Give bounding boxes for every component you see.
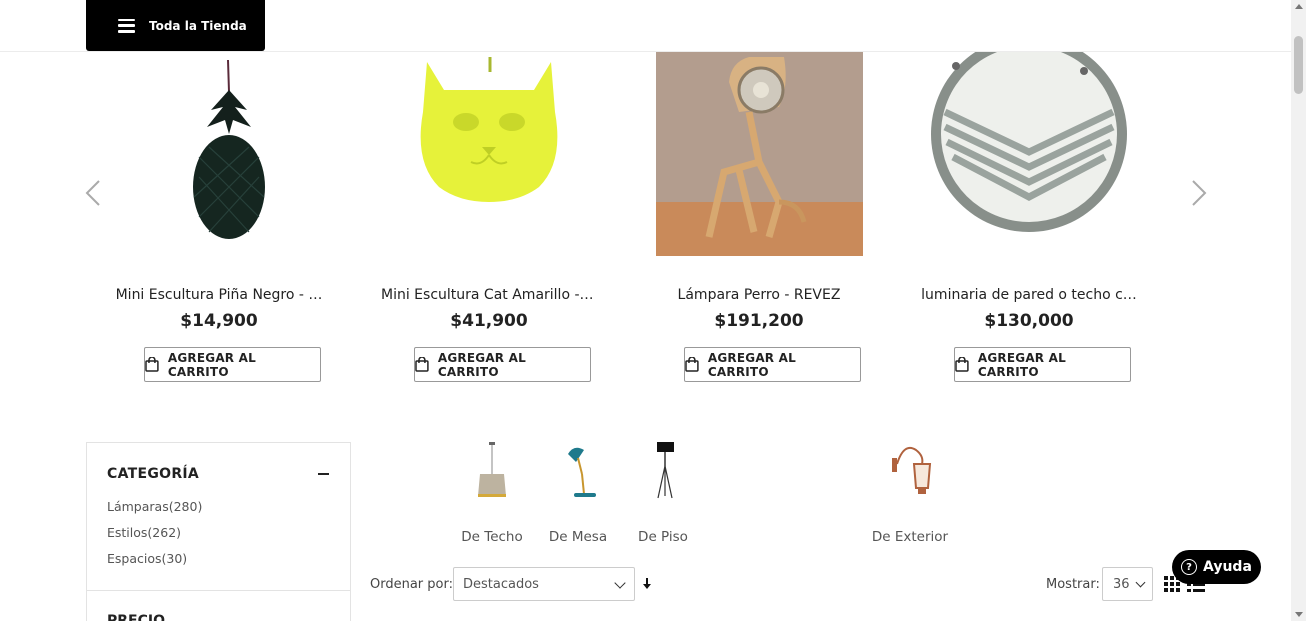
category-nav-label: De Techo <box>461 529 523 545</box>
product-price: $191,200 <box>714 311 804 331</box>
floor-lamp-icon <box>657 442 674 499</box>
product-image-dog-lamp[interactable] <box>639 52 879 257</box>
add-to-cart-label: AGREGAR AL CARRITO <box>167 350 256 379</box>
category-title: CATEGORÍA <box>107 466 200 482</box>
category-link-espacios[interactable]: Espacios(30) <box>107 551 187 566</box>
pendant-lamp-icon <box>478 442 506 497</box>
product-image-wall-luminaire[interactable] <box>909 52 1149 257</box>
category-nav-label: De Piso <box>638 529 688 545</box>
shopping-bag-icon <box>685 357 699 372</box>
shopping-bag-icon <box>415 357 429 372</box>
product-card: Mini Escultura Cat Amarillo - … $41,900 … <box>369 52 609 392</box>
carousel-next-button[interactable] <box>1188 178 1208 208</box>
product-price: $41,900 <box>450 311 528 331</box>
product-name[interactable]: Mini Escultura Cat Amarillo - … <box>369 287 609 303</box>
product-price: $14,900 <box>180 311 258 331</box>
chevron-down-icon <box>1135 577 1146 588</box>
add-to-cart-button[interactable]: AGREGAR AL CARRITO <box>414 347 591 382</box>
add-to-cart-label: AGREGAR AL CARRITO <box>977 350 1066 379</box>
shopping-bag-icon <box>145 357 159 372</box>
product-name[interactable]: luminaria de pared o techo c… <box>909 287 1149 303</box>
product-image-pineapple-sculpture[interactable] <box>99 52 339 257</box>
product-card: Lámpara Perro - REVEZ $191,200 AGREGAR A… <box>639 52 879 392</box>
top-header-bar: Toda la Tienda <box>0 0 1291 52</box>
product-name[interactable]: Mini Escultura Piña Negro - … <box>99 287 339 303</box>
hamburger-menu-icon <box>118 18 135 33</box>
category-nav-de-piso[interactable]: De Piso <box>618 440 708 545</box>
product-price: $130,000 <box>984 311 1074 331</box>
scroll-down-arrow-icon[interactable] <box>1295 612 1303 617</box>
add-to-cart-button[interactable]: AGREGAR AL CARRITO <box>144 347 321 382</box>
sidebar-divider <box>87 590 350 591</box>
category-nav-de-mesa[interactable]: De Mesa <box>533 440 623 545</box>
collapse-minus-icon[interactable] <box>318 473 329 475</box>
desk-lamp-icon <box>568 447 596 497</box>
product-card: Mini Escultura Piña Negro - … $14,900 AG… <box>99 52 339 392</box>
product-card: luminaria de pared o techo c… $130,000 A… <box>909 52 1149 392</box>
chevron-down-icon <box>614 577 626 589</box>
sort-by-value: Destacados <box>463 576 539 592</box>
all-store-menu-label: Toda la Tienda <box>149 18 247 33</box>
show-per-page-select[interactable]: 36 <box>1102 567 1153 601</box>
scrollbar-thumb[interactable] <box>1294 36 1303 94</box>
category-nav-de-techo[interactable]: De Techo <box>447 440 537 545</box>
sort-by-label: Ordenar por: <box>370 577 453 592</box>
category-nav-label: De Exterior <box>871 529 949 545</box>
price-filter-title: PRECIO <box>107 613 165 621</box>
shopping-bag-icon <box>955 357 969 372</box>
wall-lantern-icon <box>892 446 932 494</box>
add-to-cart-label: AGREGAR AL CARRITO <box>437 350 526 379</box>
category-filter-sidebar: CATEGORÍA Lámparas(280) Estilos(262) Esp… <box>86 442 351 621</box>
category-link-lamparas[interactable]: Lámparas(280) <box>107 499 202 514</box>
show-per-page-value: 36 <box>1113 576 1130 592</box>
category-nav-de-exterior[interactable]: De Exterior <box>865 440 955 545</box>
add-to-cart-label: AGREGAR AL CARRITO <box>707 350 796 379</box>
sort-direction-arrow-icon[interactable] <box>640 576 654 590</box>
help-label: Ayuda <box>1203 559 1252 575</box>
show-per-page-label: Mostrar: <box>1046 577 1100 592</box>
chevron-right-icon <box>1192 180 1207 206</box>
product-image-cat-sculpture[interactable] <box>369 52 609 257</box>
product-name[interactable]: Lámpara Perro - REVEZ <box>639 287 879 303</box>
add-to-cart-button[interactable]: AGREGAR AL CARRITO <box>684 347 861 382</box>
page-scrollbar[interactable] <box>1291 0 1306 621</box>
all-store-menu-button[interactable]: Toda la Tienda <box>86 0 265 51</box>
category-link-estilos[interactable]: Estilos(262) <box>107 525 181 540</box>
sort-by-select[interactable]: Destacados <box>453 567 635 601</box>
scroll-up-arrow-icon[interactable] <box>1295 4 1303 9</box>
question-mark-icon: ? <box>1181 559 1197 575</box>
category-nav-label: De Mesa <box>548 529 608 545</box>
add-to-cart-button[interactable]: AGREGAR AL CARRITO <box>954 347 1131 382</box>
help-chat-button[interactable]: ? Ayuda <box>1172 550 1261 584</box>
